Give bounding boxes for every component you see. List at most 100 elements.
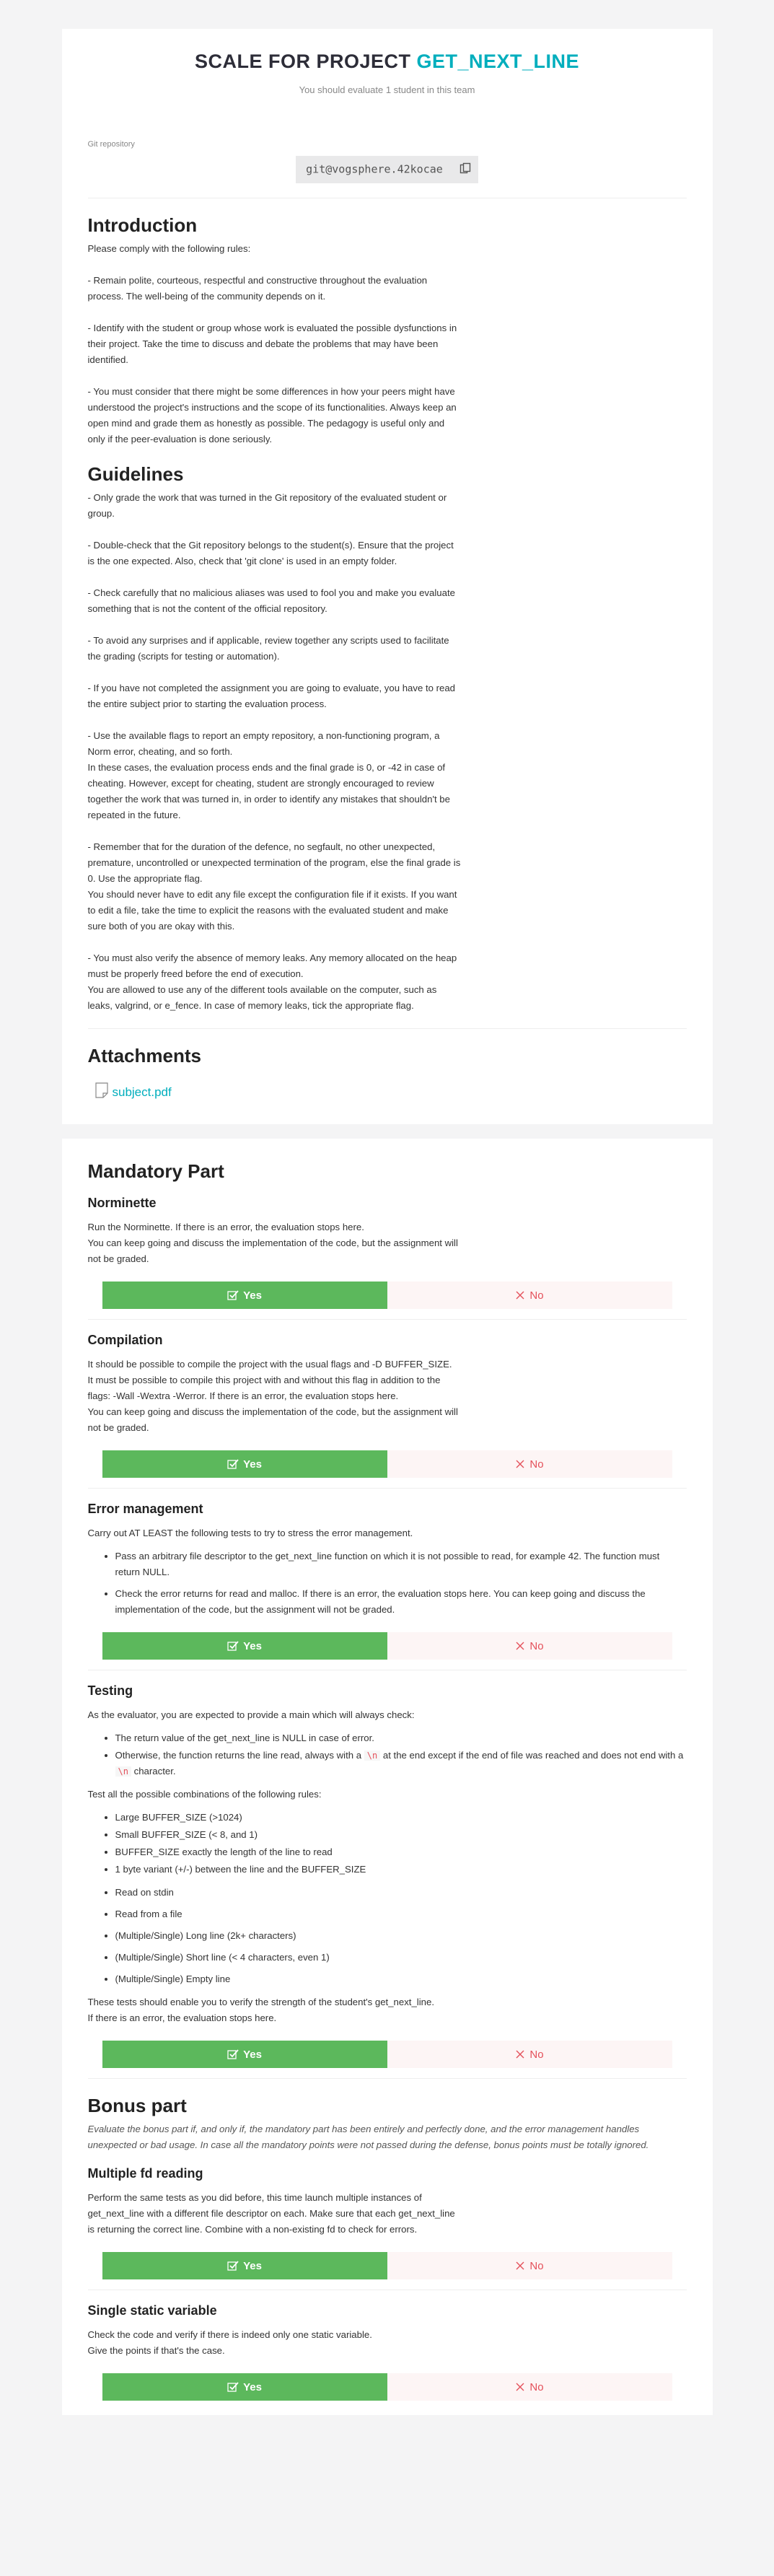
multiple-fd-answer: Yes No: [102, 2252, 672, 2279]
attachments-heading: Attachments: [87, 1045, 201, 1066]
no-button[interactable]: No: [387, 2373, 672, 2401]
divider: [87, 1319, 687, 1320]
list-item: Small BUFFER_SIZE (< 8, and 1): [115, 1827, 687, 1843]
static-variable-text: Check the code and verify if there is in…: [87, 2329, 372, 2356]
git-repository-box[interactable]: git@vogsphere.42kocae: [296, 156, 478, 183]
norminette-text: Run the Norminette. If there is an error…: [87, 1222, 458, 1264]
divider: [87, 2078, 687, 2079]
yes-label[interactable]: Yes: [243, 1289, 262, 1302]
git-repository-url[interactable]: git@vogsphere.42kocae: [306, 163, 443, 176]
testing-intro: As the evaluator, you are expected to pr…: [87, 1709, 415, 1720]
list-item: The return value of the get_next_line is…: [115, 1730, 687, 1746]
error-management-answer: Yes No: [102, 1632, 672, 1660]
error-management-list: Pass an arbitrary file descriptor to the…: [115, 1548, 687, 1618]
yes-label[interactable]: Yes: [243, 1640, 262, 1652]
no-button[interactable]: No: [387, 2252, 672, 2279]
no-button[interactable]: No: [387, 1632, 672, 1660]
list-item: Large BUFFER_SIZE (>1024): [115, 1810, 687, 1826]
introduction-heading: Introduction: [87, 214, 198, 236]
close-icon: [516, 1642, 524, 1650]
yes-button[interactable]: Yes: [102, 2041, 387, 2068]
testing-input-list: Read on stdin Read from a file (Multiple…: [115, 1885, 687, 1987]
no-label[interactable]: No: [529, 1640, 543, 1652]
compilation-answer: Yes No: [102, 1450, 672, 1478]
close-icon: [516, 1460, 524, 1468]
compilation-text: It should be possible to compile the pro…: [87, 1359, 458, 1433]
list-item: Otherwise, the function returns the line…: [115, 1748, 687, 1779]
check-icon: [227, 2261, 239, 2271]
static-variable-heading: Single static variable: [87, 2303, 217, 2318]
list-item: (Multiple/Single) Long line (2k+ charact…: [115, 1928, 687, 1944]
no-label[interactable]: No: [529, 2381, 543, 2393]
check-icon: [227, 1459, 239, 1469]
no-button[interactable]: No: [387, 1450, 672, 1478]
yes-button[interactable]: Yes: [102, 1450, 387, 1478]
page-title: SCALE FOR PROJECT GET_NEXT_LINE: [88, 51, 687, 73]
check-icon: [227, 2049, 239, 2059]
norminette-heading: Norminette: [87, 1196, 157, 1210]
yes-label[interactable]: Yes: [243, 1458, 262, 1471]
copy-icon[interactable]: [459, 162, 471, 177]
bonus-intro: Evaluate the bonus part if, and only if,…: [87, 2124, 649, 2150]
list-item: 1 byte variant (+/-) between the line an…: [115, 1862, 687, 1878]
list-item: Pass an arbitrary file descriptor to the…: [115, 1548, 687, 1580]
yes-button[interactable]: Yes: [102, 2373, 387, 2401]
close-icon: [516, 2050, 524, 2059]
list-item-text: Otherwise, the function returns the line…: [115, 1750, 364, 1761]
check-icon: [227, 2382, 239, 2392]
yes-button[interactable]: Yes: [102, 1282, 387, 1309]
yes-label[interactable]: Yes: [243, 2049, 262, 2061]
multiple-fd-text: Perform the same tests as you did before…: [87, 2192, 455, 2235]
no-label[interactable]: No: [529, 1289, 543, 1302]
yes-button[interactable]: Yes: [102, 1632, 387, 1660]
testing-buffer-list: Large BUFFER_SIZE (>1024) Small BUFFER_S…: [115, 1810, 687, 1878]
evaluation-card: Mandatory Part Norminette Run the Normin…: [61, 1139, 713, 2415]
list-item-text: character.: [131, 1766, 176, 1777]
yes-label[interactable]: Yes: [243, 2381, 262, 2393]
close-icon: [516, 2383, 524, 2391]
close-icon: [516, 1291, 524, 1300]
guidelines-heading: Guidelines: [87, 463, 184, 485]
error-management-heading: Error management: [87, 1502, 203, 1516]
yes-label[interactable]: Yes: [243, 2260, 262, 2272]
list-item: BUFFER_SIZE exactly the length of the li…: [115, 1844, 687, 1860]
multiple-fd-heading: Multiple fd reading: [87, 2166, 203, 2181]
yes-button[interactable]: Yes: [102, 2252, 387, 2279]
no-label[interactable]: No: [529, 1458, 543, 1471]
subject-pdf-link[interactable]: subject.pdf: [94, 1082, 687, 1103]
no-label[interactable]: No: [529, 2260, 543, 2272]
error-management-text: Carry out AT LEAST the following tests t…: [87, 1528, 413, 1538]
newline-code: \n: [364, 1751, 381, 1761]
list-item-text: at the end except if the end of file was…: [380, 1750, 684, 1761]
compilation-heading: Compilation: [87, 1333, 163, 1347]
list-item: Read on stdin: [115, 1885, 687, 1901]
testing-heading: Testing: [87, 1683, 133, 1698]
testing-answer: Yes No: [102, 2041, 672, 2068]
title-prefix: SCALE FOR PROJECT: [194, 51, 411, 72]
attachment-filename[interactable]: subject.pdf: [113, 1085, 172, 1100]
file-icon: [94, 1082, 113, 1103]
introduction-text: Please comply with the following rules: …: [87, 243, 457, 444]
list-item: (Multiple/Single) Empty line: [115, 1971, 687, 1987]
project-name: GET_NEXT_LINE: [416, 51, 580, 72]
testing-combos-intro: Test all the possible combinations of th…: [87, 1789, 322, 1800]
no-label[interactable]: No: [529, 2049, 543, 2061]
list-item: (Multiple/Single) Short line (< 4 charac…: [115, 1950, 687, 1966]
norminette-answer: Yes No: [102, 1282, 672, 1309]
close-icon: [516, 2261, 524, 2270]
bonus-heading: Bonus part: [87, 2095, 187, 2116]
divider: [87, 1028, 687, 1029]
info-card: SCALE FOR PROJECT GET_NEXT_LINE You shou…: [61, 29, 713, 1124]
newline-code: \n: [115, 1766, 131, 1777]
list-item: Read from a file: [115, 1906, 687, 1922]
check-icon: [227, 1290, 239, 1300]
testing-outro: These tests should enable you to verify …: [87, 1997, 435, 2023]
guidelines-text: - Only grade the work that was turned in…: [87, 492, 461, 1011]
static-variable-answer: Yes No: [102, 2373, 672, 2401]
divider: [87, 1488, 687, 1489]
list-item: Check the error returns for read and mal…: [115, 1586, 687, 1618]
no-button[interactable]: No: [387, 2041, 672, 2068]
testing-checks-list: The return value of the get_next_line is…: [115, 1730, 687, 1779]
check-icon: [227, 1641, 239, 1651]
no-button[interactable]: No: [387, 1282, 672, 1309]
